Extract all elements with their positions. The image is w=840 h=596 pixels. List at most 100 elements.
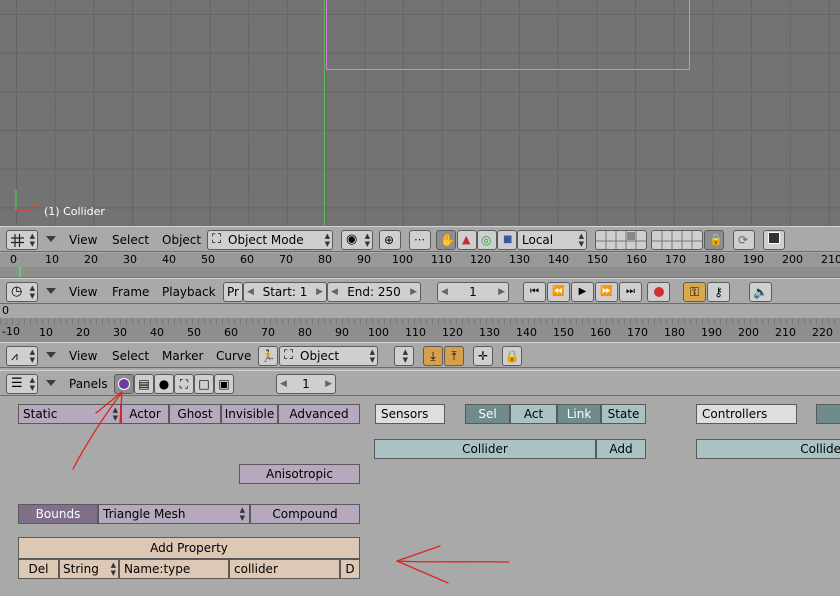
sensors-sel-toggle[interactable]: Sel — [465, 404, 510, 424]
delete-property-button[interactable]: Del — [18, 559, 59, 579]
menu-view[interactable]: View — [69, 284, 97, 300]
add-sensor-button[interactable]: Add — [596, 439, 646, 459]
shading-context-button[interactable]: ● — [154, 374, 174, 394]
editing-context-button[interactable]: □ — [194, 374, 214, 394]
editor-type-button[interactable]: ▲ ▼ — [6, 230, 38, 250]
translate-manipulator-button[interactable]: ▲ — [457, 230, 477, 250]
action-graph-icon: ⩘ — [11, 349, 18, 363]
add-property-button[interactable]: Add Property — [18, 537, 360, 559]
increment-icon: ▶ — [316, 287, 323, 297]
tick-label: 130 — [479, 326, 500, 339]
property-value-field[interactable]: collider — [229, 559, 340, 579]
record-button[interactable] — [647, 282, 670, 302]
object-mode-icon: ⛶ — [284, 348, 294, 363]
sensors-act-toggle[interactable]: Act — [510, 404, 557, 424]
speaker-icon: 🔈 — [753, 285, 768, 299]
collapse-menus-icon[interactable] — [46, 380, 56, 386]
property-type-select[interactable]: String ▲ ▼ — [59, 559, 119, 579]
editor-type-button[interactable]: ☰ ▲ ▼ — [6, 374, 38, 394]
menu-object[interactable]: Object — [162, 232, 201, 248]
mode-select[interactable]: ⛶ Object Mode ▲ ▼ — [207, 230, 333, 250]
collapse-menus-icon[interactable] — [46, 236, 56, 242]
snap-keys-button[interactable]: ✛ — [473, 346, 493, 366]
insert-keyframe-button[interactable]: ⚷ — [707, 282, 730, 302]
start-frame-field[interactable]: ◀ Start: 1 ▶ — [243, 282, 327, 302]
invisible-toggle[interactable]: Invisible — [221, 404, 278, 424]
logic-context-button[interactable] — [114, 374, 134, 394]
bounds-type-select[interactable]: Triangle Mesh ▲ ▼ — [98, 504, 250, 524]
compound-toggle[interactable]: Compound — [250, 504, 360, 524]
arrow-up-icon: ⤒ — [451, 349, 457, 363]
pose-mode-button[interactable]: 🏃 — [258, 346, 278, 366]
timeline-ruler[interactable]: 0 10 20 30 40 50 60 70 80 90 100 110 120… — [0, 253, 840, 278]
page-number-field[interactable]: ◀ 1 ▶ — [276, 374, 336, 394]
play-button[interactable]: ▶ — [571, 282, 594, 302]
orientation-select[interactable]: Local ▲ ▼ — [517, 230, 587, 250]
menu-select[interactable]: Select — [112, 348, 149, 364]
pivot-icon: ⊕ — [384, 233, 395, 247]
3d-view-header: ▲ ▼ View Select Object ⛶ Object Mode ▲ ▼ ◉… — [0, 226, 840, 252]
action-mode-select[interactable]: ⛶ Object ▲ ▼ — [279, 346, 378, 366]
layer-button[interactable]: ⋯ — [409, 230, 431, 250]
draw-type-button[interactable]: ◉ ▲ ▼ — [341, 230, 373, 250]
preview-range-button[interactable]: Pr — [223, 282, 243, 302]
current-frame-marker[interactable] — [19, 266, 21, 277]
menu-curve[interactable]: Curve — [216, 348, 251, 364]
menu-view[interactable]: View — [69, 232, 97, 248]
physics-type-select[interactable]: Static ▲ ▼ — [18, 404, 121, 424]
menu-view[interactable]: View — [69, 348, 97, 364]
collapse-menus-icon[interactable] — [46, 288, 56, 294]
object-context-button[interactable]: ⛶ — [174, 374, 194, 394]
advanced-toggle[interactable]: Advanced — [278, 404, 360, 424]
menu-select[interactable]: Select — [112, 232, 149, 248]
jump-to-end-button[interactable]: ⏭ — [619, 282, 642, 302]
bounds-toggle[interactable]: Bounds — [18, 504, 98, 524]
controllers-object-name[interactable]: Collide — [696, 439, 840, 459]
sensors-link-toggle[interactable]: Link — [557, 404, 601, 424]
debug-toggle[interactable]: D — [340, 559, 360, 579]
rotate-manipulator-button[interactable]: ◎ — [477, 230, 497, 250]
lock-view-button[interactable]: 🔒 — [502, 346, 522, 366]
tick-label: 40 — [150, 326, 164, 339]
property-name-field[interactable]: Name:type — [119, 559, 229, 579]
scene-context-button[interactable]: ▣ — [214, 374, 234, 394]
editor-type-button[interactable]: ◷ ▲ ▼ — [6, 282, 38, 302]
selected-object-outline[interactable] — [326, 0, 690, 70]
layer-buttons-group-2[interactable] — [651, 230, 703, 250]
action-ruler[interactable]: -10 10 20 30 40 50 60 70 80 90 100 110 1… — [0, 318, 840, 342]
sensors-state-toggle[interactable]: State — [601, 404, 646, 424]
scale-manipulator-button[interactable]: ■ — [497, 230, 517, 250]
ogl-render-button[interactable]: ⟳ — [733, 230, 755, 250]
lock-layers-button[interactable]: 🔒 — [704, 230, 724, 250]
manipulator-hand-button[interactable]: ✋ — [436, 230, 456, 250]
layer-buttons-group-1[interactable] — [595, 230, 647, 250]
action-browse-button[interactable]: ▲ ▼ — [394, 346, 414, 366]
jump-to-start-button[interactable]: ⏮ — [523, 282, 546, 302]
3d-viewport[interactable]: x (1) Collider — [0, 0, 840, 226]
ogl-render-anim-button[interactable] — [763, 230, 785, 250]
pivot-button[interactable]: ⊕ — [379, 230, 401, 250]
next-keyframe-button[interactable]: ⏩ — [595, 282, 618, 302]
end-frame-field[interactable]: ◀ End: 250 ▶ — [327, 282, 421, 302]
menu-panels[interactable]: Panels — [69, 376, 108, 392]
sensors-object-name[interactable]: Collider — [374, 439, 596, 459]
collapse-menus-icon[interactable] — [46, 352, 56, 358]
controllers-sel-toggle[interactable] — [816, 404, 840, 424]
current-frame-field[interactable]: ◀ 1 ▶ — [437, 282, 509, 302]
tick-label: 30 — [113, 326, 127, 339]
menu-playback[interactable]: Playback — [162, 284, 216, 300]
paste-keys-button[interactable]: ⤒ — [444, 346, 464, 366]
image-icon — [768, 232, 780, 244]
menu-marker[interactable]: Marker — [162, 348, 203, 364]
actor-toggle[interactable]: Actor — [121, 404, 169, 424]
copy-keys-button[interactable]: ⤓ — [423, 346, 443, 366]
menu-frame[interactable]: Frame — [112, 284, 149, 300]
tick-label: 170 — [627, 326, 648, 339]
script-context-button[interactable]: ▤ — [134, 374, 154, 394]
previous-keyframe-button[interactable]: ⏪ — [547, 282, 570, 302]
anisotropic-toggle[interactable]: Anisotropic — [239, 464, 360, 484]
editor-type-button[interactable]: ⩘ ▲ ▼ — [6, 346, 38, 366]
ghost-toggle[interactable]: Ghost — [169, 404, 221, 424]
audio-button[interactable]: 🔈 — [749, 282, 772, 302]
keying-set-button[interactable]: ⚿ — [683, 282, 706, 302]
